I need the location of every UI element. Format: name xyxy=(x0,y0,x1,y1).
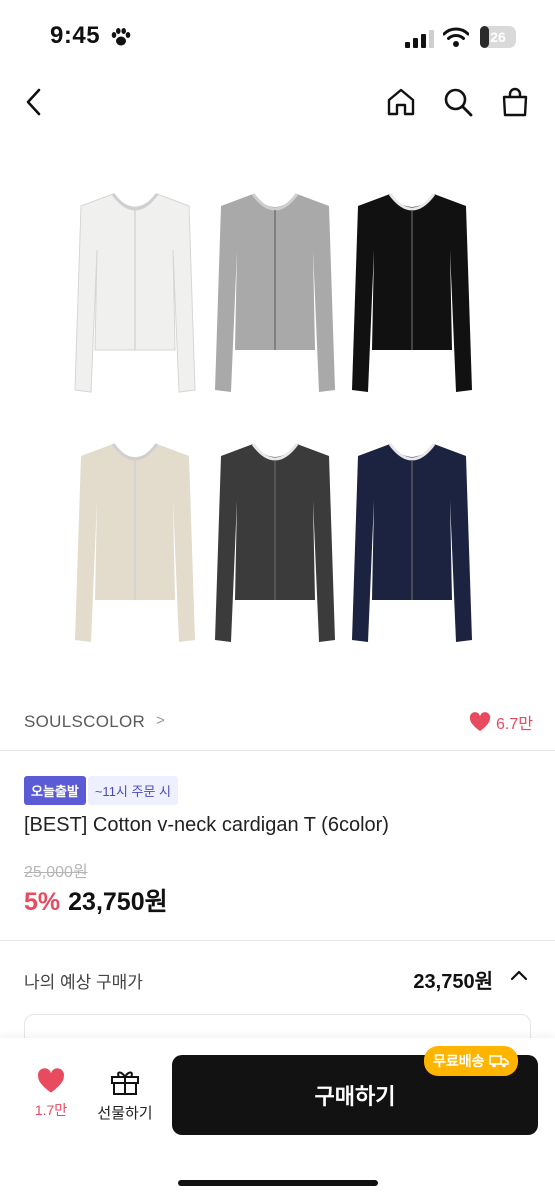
badge-today-shipping: 오늘출발 xyxy=(24,776,86,805)
free-shipping-label: 무료배송 xyxy=(433,1053,485,1069)
battery-level xyxy=(480,26,490,48)
gift-icon xyxy=(111,1071,139,1095)
divider xyxy=(0,750,555,751)
back-button[interactable] xyxy=(16,84,52,120)
battery-text: 26 xyxy=(490,29,506,45)
truck-icon xyxy=(488,1055,509,1068)
paw-icon xyxy=(111,28,131,46)
cardigan-5 xyxy=(215,443,335,642)
heart-icon xyxy=(38,1068,64,1093)
price-row: 5% 23,750원 xyxy=(24,882,168,918)
final-price: 23,750원 xyxy=(68,888,168,916)
gift-button[interactable]: 선물하기 xyxy=(92,1068,158,1123)
cardigan-photo xyxy=(74,193,472,642)
expected-price-toggle[interactable]: 나의 예상 구매가 23,750원 xyxy=(0,950,555,1006)
heart-icon xyxy=(469,712,491,732)
brand-row: SOULSCOLOR > 6.7만 xyxy=(0,700,555,744)
cardigan-4 xyxy=(75,443,195,642)
chevron-left-icon xyxy=(26,88,41,116)
status-bar: 9:45 26 xyxy=(0,0,555,70)
original-price: 25,000원 xyxy=(24,864,88,881)
delivery-badges: 오늘출발 ~11시 주문 시 xyxy=(24,776,178,805)
home-button[interactable] xyxy=(383,84,419,120)
chevron-up-icon xyxy=(510,970,528,981)
signal-icon xyxy=(405,30,434,48)
cart-button[interactable] xyxy=(497,84,533,120)
like-count: 6.7만 xyxy=(496,716,533,733)
badge-order-time: ~11시 주문 시 xyxy=(87,776,178,805)
bottom-action-bar: 1.7만 선물하기 구매하기 무료배송 xyxy=(0,1038,555,1200)
brand-link[interactable]: SOULSCOLOR xyxy=(24,712,145,732)
cardigan-3 xyxy=(352,193,472,392)
product-image[interactable] xyxy=(0,140,555,695)
battery-indicator: 26 xyxy=(480,26,516,48)
expected-price-label: 나의 예상 구매가 xyxy=(24,973,143,992)
gift-button-label: 선물하기 xyxy=(97,1105,153,1122)
home-indicator xyxy=(178,1180,378,1186)
expected-price-value: 23,750원 xyxy=(413,971,493,993)
nav-bar xyxy=(0,70,555,134)
divider xyxy=(0,940,555,941)
cardigan-2 xyxy=(215,193,335,392)
cardigan-1 xyxy=(74,193,196,393)
status-time: 9:45 xyxy=(50,22,101,49)
like-button[interactable]: 1.7만 xyxy=(26,1068,76,1120)
product-title: [BEST] Cotton v-neck cardigan T (6color) xyxy=(24,814,389,836)
discount-rate: 5% xyxy=(24,888,61,916)
search-button[interactable] xyxy=(440,84,476,120)
search-icon xyxy=(444,88,473,117)
wifi-icon xyxy=(443,27,469,47)
like-summary[interactable]: 6.7만 xyxy=(469,710,533,734)
free-shipping-badge: 무료배송 xyxy=(424,1046,518,1076)
home-icon xyxy=(387,88,415,116)
cardigan-6 xyxy=(352,443,472,642)
like-button-count: 1.7만 xyxy=(34,1102,68,1118)
shopping-bag-icon xyxy=(502,87,528,117)
chevron-right-icon: > xyxy=(156,712,165,729)
